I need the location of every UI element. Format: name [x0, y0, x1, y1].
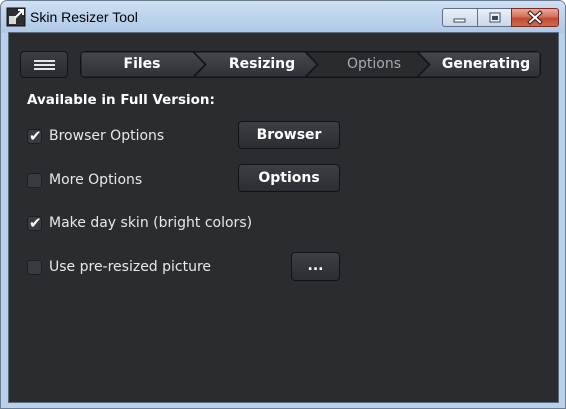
- browser-options-checkbox[interactable]: ✔: [27, 127, 42, 145]
- pre-resized-checkbox[interactable]: [27, 260, 42, 275]
- pre-resized-label: Use pre-resized picture: [49, 259, 212, 275]
- browser-options-label: Browser Options: [49, 128, 165, 144]
- day-skin-label: Make day skin (bright colors): [49, 215, 253, 231]
- section-title: Available in Full Version:: [27, 92, 215, 108]
- close-button[interactable]: [511, 8, 559, 27]
- main-panel: Files Resizing Options Generating Availa…: [8, 32, 559, 403]
- step-resizing[interactable]: Resizing: [205, 52, 319, 77]
- minimize-icon: [453, 18, 466, 23]
- check-icon: ✔: [29, 214, 42, 232]
- maximize-button[interactable]: [477, 8, 512, 27]
- close-icon: [527, 10, 543, 25]
- hamburger-icon-line: [34, 64, 55, 66]
- check-icon: ✔: [29, 127, 42, 145]
- options-button[interactable]: Options: [238, 164, 340, 192]
- step-navigation: Files Resizing Options Generating: [80, 51, 541, 78]
- app-window: Skin Resizer Tool Files Resizing Options…: [0, 0, 566, 409]
- browse-button[interactable]: ...: [291, 252, 340, 281]
- hamburger-icon: [34, 60, 55, 62]
- menu-button[interactable]: [20, 51, 68, 78]
- hamburger-icon-line: [34, 68, 55, 70]
- day-skin-checkbox[interactable]: ✔: [27, 214, 42, 232]
- window-title: Skin Resizer Tool: [30, 9, 138, 25]
- resize-icon: [6, 7, 26, 27]
- step-files[interactable]: Files: [81, 52, 203, 77]
- browser-button[interactable]: Browser: [238, 121, 340, 149]
- maximize-icon: [489, 12, 501, 23]
- more-options-label: More Options: [49, 172, 143, 188]
- more-options-checkbox[interactable]: [27, 173, 42, 188]
- minimize-button[interactable]: [442, 8, 478, 27]
- title-bar[interactable]: Skin Resizer Tool: [1, 1, 565, 33]
- step-generating[interactable]: Generating: [429, 52, 540, 77]
- step-options[interactable]: Options: [317, 52, 431, 77]
